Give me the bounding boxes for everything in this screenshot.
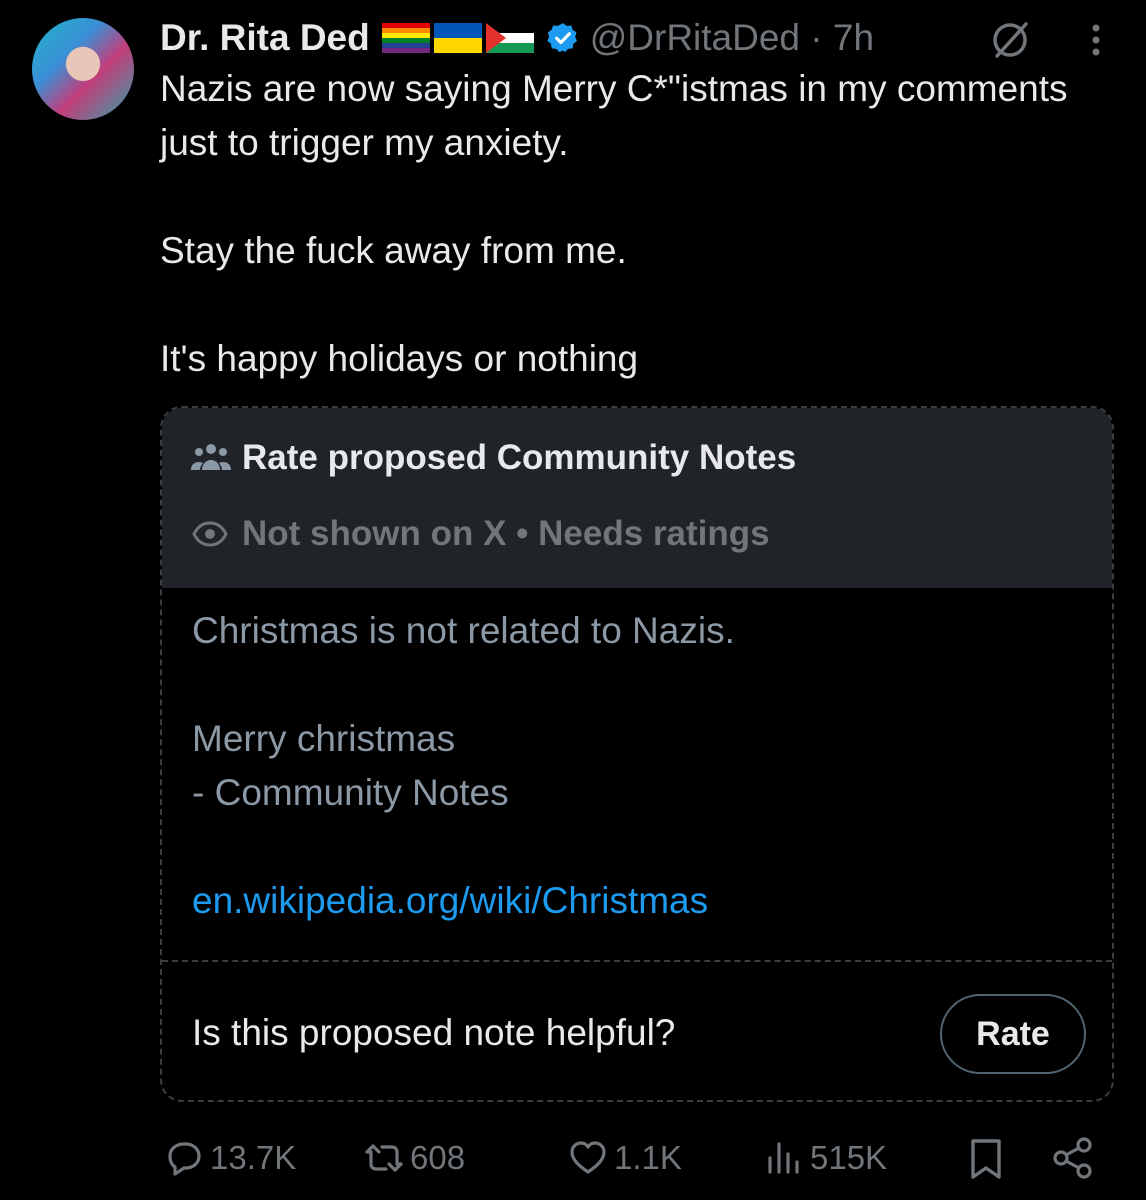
community-note-header: Rate proposed Community Notes Not shown … bbox=[162, 408, 1112, 588]
community-note-card: Rate proposed Community Notes Not shown … bbox=[160, 406, 1114, 1102]
verified-badge-icon bbox=[547, 23, 577, 53]
tweet-header: Dr. Rita Ded @DrRitaDed · 7h bbox=[160, 12, 874, 64]
views-icon bbox=[768, 1142, 799, 1174]
note-line: - Community Notes bbox=[192, 772, 509, 813]
note-line: Christmas is not related to Nazis. bbox=[192, 610, 735, 651]
author-handle-time[interactable]: @DrRitaDed · 7h bbox=[590, 17, 874, 59]
like-count: 1.1K bbox=[614, 1139, 682, 1176]
author-name[interactable]: Dr. Rita Ded bbox=[160, 17, 370, 59]
flag-emojis bbox=[381, 23, 534, 53]
repost-button[interactable]: 608 bbox=[364, 1130, 465, 1186]
like-button[interactable]: 1.1K bbox=[568, 1130, 682, 1186]
views-button[interactable]: 515K bbox=[764, 1130, 887, 1186]
eye-icon bbox=[192, 521, 228, 547]
share-icon[interactable] bbox=[1052, 1136, 1094, 1180]
ukraine-flag-icon bbox=[433, 23, 482, 53]
repost-count: 608 bbox=[410, 1139, 466, 1176]
note-helpful-question: Is this proposed note helpful? bbox=[192, 1012, 676, 1053]
tweet-line: Nazis are now saying Merry C*"istmas in … bbox=[160, 68, 1068, 163]
community-note-body: Christmas is not related to Nazis. Merry… bbox=[192, 604, 1072, 928]
more-icon[interactable] bbox=[1084, 20, 1108, 60]
reply-button[interactable]: 13.7K bbox=[164, 1130, 296, 1186]
people-icon bbox=[191, 444, 231, 470]
tweet-line: It's happy holidays or nothing bbox=[160, 338, 639, 379]
community-note-status: Not shown on X • Needs ratings bbox=[192, 514, 770, 554]
bookmark-icon[interactable] bbox=[966, 1138, 1006, 1180]
reply-count: 13.7K bbox=[210, 1139, 297, 1176]
views-count: 515K bbox=[810, 1139, 888, 1176]
rainbow-flag-icon bbox=[381, 23, 430, 53]
palestine-flag-icon bbox=[485, 23, 534, 53]
avatar[interactable] bbox=[32, 18, 134, 120]
note-line: Merry christmas bbox=[192, 718, 456, 759]
tweet-line: Stay the fuck away from me. bbox=[160, 230, 627, 271]
grok-icon[interactable] bbox=[988, 18, 1032, 62]
repost-icon bbox=[365, 1144, 403, 1172]
tweet-text: Nazis are now saying Merry C*"istmas in … bbox=[160, 62, 1100, 386]
note-divider bbox=[162, 960, 1112, 962]
rate-button[interactable]: Rate bbox=[940, 994, 1086, 1074]
community-note-title: Rate proposed Community Notes bbox=[190, 438, 796, 478]
reply-icon bbox=[168, 1142, 201, 1176]
like-icon bbox=[570, 1141, 606, 1174]
note-source-link[interactable]: en.wikipedia.org/wiki/Christmas bbox=[192, 880, 708, 921]
